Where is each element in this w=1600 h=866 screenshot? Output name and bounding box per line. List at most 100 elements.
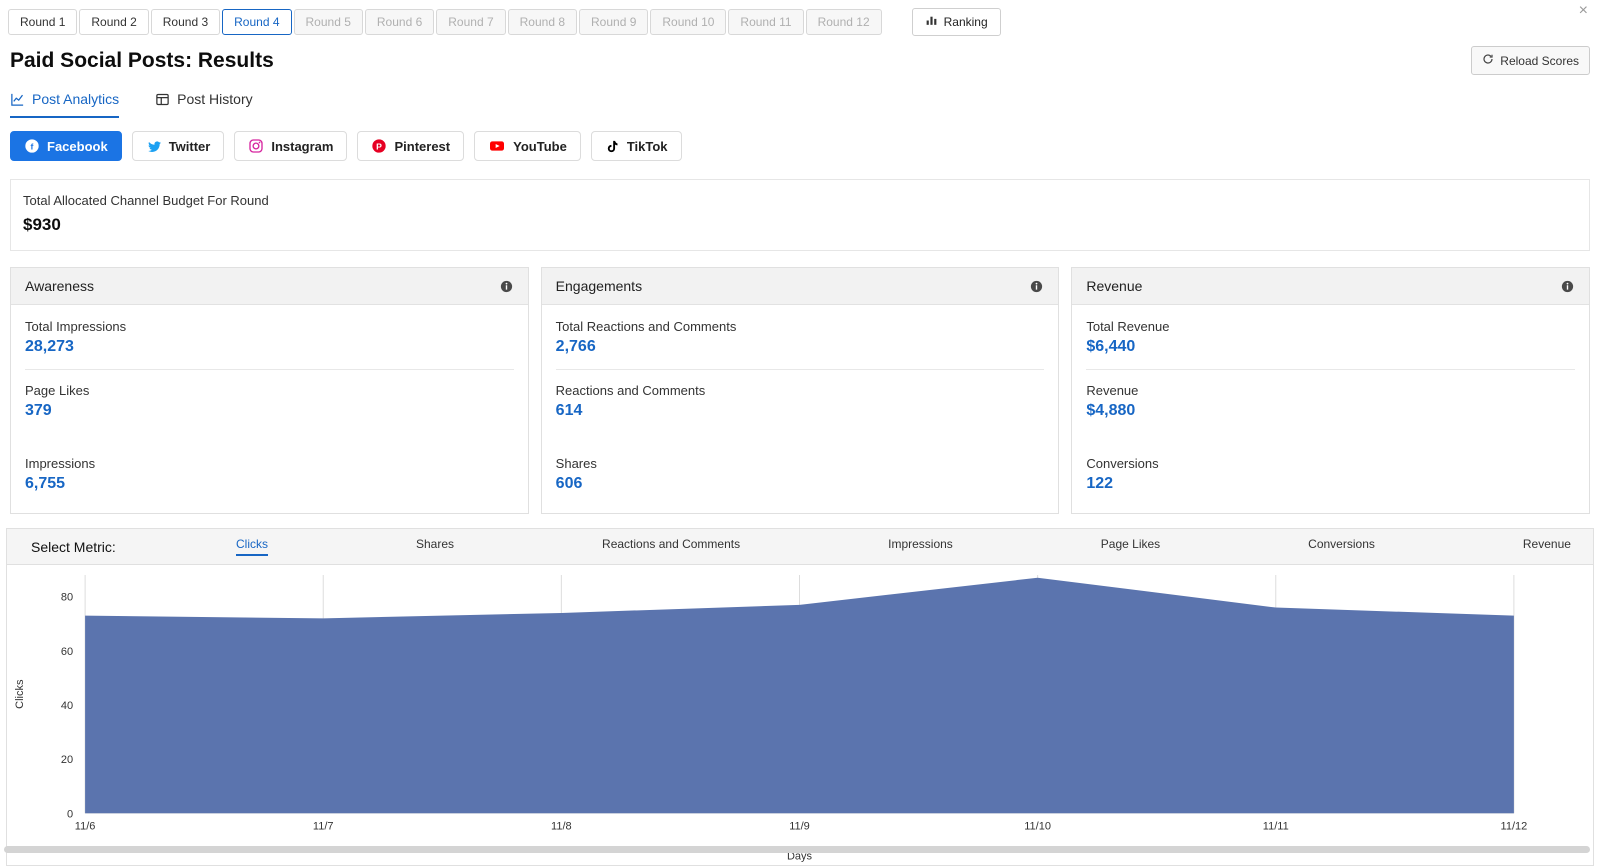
metric-option-revenue[interactable]: Revenue xyxy=(1523,537,1571,556)
metric-card-body: Total Impressions 28,273 Page Likes 379 Impr… xyxy=(11,305,528,513)
metric-divider xyxy=(555,369,1045,370)
select-metric-label: Select Metric: xyxy=(31,538,116,555)
budget-value: $930 xyxy=(23,215,61,234)
svg-text:P: P xyxy=(377,141,383,151)
channel-label: YouTube xyxy=(513,138,567,154)
line-chart-icon xyxy=(10,92,25,107)
metric-card-awareness: Awareness Total Impressions 28,273 Page Li… xyxy=(10,267,529,514)
twitter-icon xyxy=(146,138,162,154)
tiktok-icon xyxy=(605,139,620,154)
page-title: Paid Social Posts: Results xyxy=(10,48,274,72)
metric-label: Total Impressions xyxy=(25,319,127,334)
metric-card-revenue: Revenue Total Revenue $6,440 Revenue $4,880… xyxy=(1071,267,1591,514)
round-tab-round-11[interactable]: Round 11 xyxy=(728,9,804,35)
round-tab-round-12[interactable]: Round 12 xyxy=(805,9,882,35)
round-tab-round-7[interactable]: Round 7 xyxy=(436,9,506,35)
card-metric-total-impressions: Total Impressions 28,273 xyxy=(25,319,514,356)
round-tab-bar: Round 1 Round 2 Round 3 Round 4 Round 5 Round… xyxy=(0,0,1600,36)
metric-card-header: Revenue xyxy=(1072,268,1590,305)
metric-option-clicks[interactable]: Clicks xyxy=(236,537,268,556)
svg-text:11/9: 11/9 xyxy=(789,820,810,832)
round-tabs-group: Round 1 Round 2 Round 3 Round 4 Round 5 Round… xyxy=(8,9,884,35)
svg-text:f: f xyxy=(31,141,34,151)
metric-option-page-likes[interactable]: Page Likes xyxy=(1101,537,1160,556)
horizontal-scrollbar[interactable] xyxy=(4,846,1590,853)
round-tab-round-4[interactable]: Round 4 xyxy=(222,9,292,35)
youtube-icon xyxy=(488,138,506,154)
svg-text:80: 80 xyxy=(61,592,73,604)
card-metric-conversions: Conversions 122 xyxy=(1086,456,1575,493)
round-tab-round-9[interactable]: Round 9 xyxy=(579,9,649,35)
card-metric-total-reactions-and-comments: Total Reactions and Comments 2,766 xyxy=(556,319,1045,356)
card-metric-total-revenue: Total Revenue $6,440 xyxy=(1086,319,1575,356)
metric-option-reactions-and-comments[interactable]: Reactions and Comments xyxy=(602,537,740,556)
channel-button-row: f Facebook Twitter Instagram P Pinterest YouTu… xyxy=(0,118,1600,173)
svg-text:20: 20 xyxy=(61,754,73,766)
metric-card-title: Engagements xyxy=(555,278,643,294)
instagram-icon xyxy=(248,138,264,154)
svg-text:11/10: 11/10 xyxy=(1024,820,1051,832)
metric-value: 2,766 xyxy=(555,338,596,355)
channel-button-instagram[interactable]: Instagram xyxy=(234,131,348,161)
channel-label: Facebook xyxy=(47,138,108,154)
channel-button-pinterest[interactable]: P Pinterest xyxy=(357,131,465,161)
history-window-icon xyxy=(155,92,170,107)
round-tab-round-6[interactable]: Round 6 xyxy=(364,9,435,35)
metric-value: 28,273 xyxy=(25,338,74,355)
title-row: Paid Social Posts: Results Reload Scores xyxy=(0,36,1600,79)
metric-divider xyxy=(1086,369,1576,370)
svg-text:11/11: 11/11 xyxy=(1263,820,1289,832)
channel-button-tiktok[interactable]: TikTok xyxy=(590,131,682,161)
info-icon[interactable] xyxy=(499,279,514,294)
budget-panel: Total Allocated Channel Budget For Round… xyxy=(10,179,1590,251)
metric-label: Revenue xyxy=(1086,383,1139,398)
round-tab-round-5[interactable]: Round 5 xyxy=(293,9,363,35)
metric-label: Reactions and Comments xyxy=(555,383,706,398)
round-tab-round-1[interactable]: Round 1 xyxy=(8,9,78,35)
metric-card-body: Total Revenue $6,440 Revenue $4,880 Conversi… xyxy=(1072,305,1589,513)
metric-option-shares[interactable]: Shares xyxy=(416,537,454,556)
channel-button-facebook[interactable]: f Facebook xyxy=(10,131,122,161)
clicks-area-chart: 0 20 40 60 80 11/6 11/7 11/8 11/9 11/10 11/11 11/12… xyxy=(7,565,1593,865)
metric-label: Impressions xyxy=(25,456,96,471)
round-tab-round-2[interactable]: Round 2 xyxy=(79,9,149,35)
close-icon[interactable]: × xyxy=(1579,3,1588,19)
svg-text:11/6: 11/6 xyxy=(75,820,96,832)
metric-value: 379 xyxy=(25,402,52,419)
tab-post-history[interactable]: Post History xyxy=(155,91,253,118)
analytics-history-tabs: Post Analytics Post History xyxy=(0,79,1600,118)
chart-panel: Select Metric: Clicks Shares Reactions and… xyxy=(6,528,1594,866)
metric-value: $4,880 xyxy=(1086,402,1136,419)
channel-label: Instagram xyxy=(271,138,334,154)
svg-text:60: 60 xyxy=(61,646,73,658)
tab-post-analytics[interactable]: Post Analytics xyxy=(10,91,120,118)
metric-option-conversions[interactable]: Conversions xyxy=(1308,537,1375,556)
round-tab-round-3[interactable]: Round 3 xyxy=(150,9,221,35)
info-icon[interactable] xyxy=(1029,279,1044,294)
metric-label: Conversions xyxy=(1086,456,1159,471)
channel-label: Pinterest xyxy=(394,138,451,154)
metric-label: Shares xyxy=(555,456,597,471)
reload-scores-button[interactable]: Reload Scores xyxy=(1471,46,1590,75)
channel-label: Twitter xyxy=(168,138,211,154)
metric-option-impressions[interactable]: Impressions xyxy=(888,537,953,556)
channel-button-youtube[interactable]: YouTube xyxy=(474,131,581,161)
tab-post-history-label: Post History xyxy=(177,91,253,107)
round-tab-round-10[interactable]: Round 10 xyxy=(650,9,727,35)
metric-value: 606 xyxy=(555,475,583,492)
card-metric-revenue: Revenue $4,880 xyxy=(1086,383,1575,420)
channel-button-twitter[interactable]: Twitter xyxy=(131,131,225,161)
svg-text:Clicks: Clicks xyxy=(14,679,26,709)
round-tab-round-8[interactable]: Round 8 xyxy=(507,9,577,35)
card-metric-page-likes: Page Likes 379 xyxy=(25,383,514,420)
metric-card-body: Total Reactions and Comments 2,766 Reactio… xyxy=(542,305,1059,513)
svg-text:40: 40 xyxy=(61,700,73,712)
metric-cards-row: Awareness Total Impressions 28,273 Page Li… xyxy=(10,267,1591,514)
ranking-button[interactable]: Ranking xyxy=(911,8,1001,36)
reload-scores-label: Reload Scores xyxy=(1500,53,1579,68)
card-metric-shares: Shares 606 xyxy=(556,456,1045,493)
pinterest-icon: P xyxy=(371,138,387,154)
metric-value: 6,755 xyxy=(25,475,66,492)
metric-value: $6,440 xyxy=(1086,338,1136,355)
info-icon[interactable] xyxy=(1560,279,1575,294)
